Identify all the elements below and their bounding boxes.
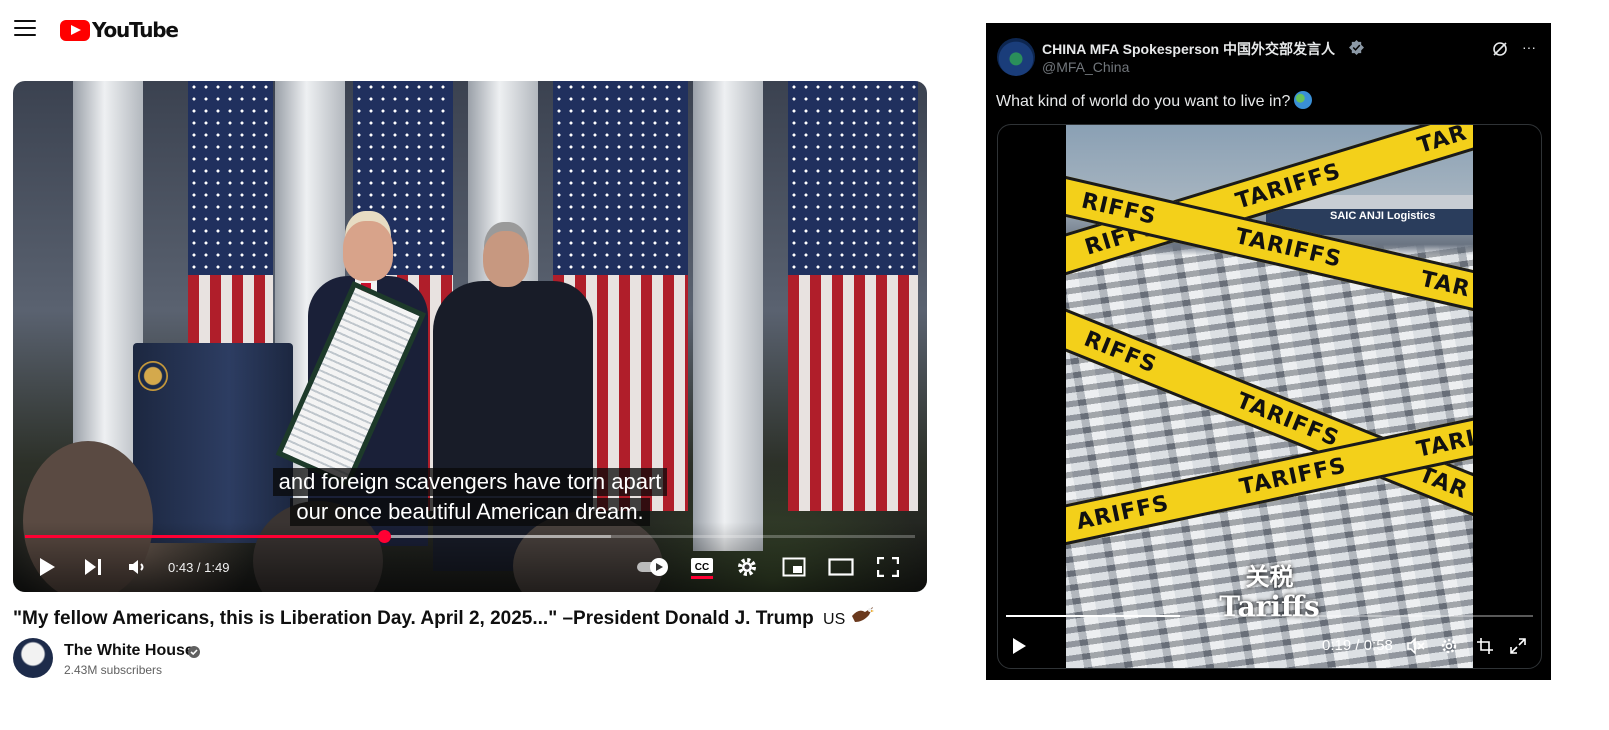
x-time-display: 0:19 / 0:58 <box>1322 637 1393 654</box>
grok-icon[interactable] <box>1492 41 1508 62</box>
player-controls: 0:43 / 1:49 CC <box>13 522 927 592</box>
play-icon[interactable] <box>35 554 59 580</box>
caption-english: Tariffs <box>1219 590 1320 623</box>
tape-text: TARIFFS <box>1237 452 1349 500</box>
tape-text: RIFFS <box>1079 188 1159 230</box>
eagle-emoji-icon <box>851 607 875 629</box>
muted-icon[interactable] <box>1406 635 1426 657</box>
tape-text: ARIFFS <box>1074 490 1172 535</box>
theater-icon[interactable] <box>827 554 855 580</box>
menu-icon[interactable] <box>14 20 36 38</box>
x-progress-bar[interactable] <box>1006 615 1533 617</box>
subtitle-line: and foreign scavengers have torn apart <box>272 468 668 496</box>
us-flag-emoji: US <box>823 611 846 628</box>
next-icon[interactable] <box>81 554 105 580</box>
video-caption: 关税 Tariffs <box>1066 557 1473 622</box>
youtube-video-player[interactable]: and foreign scavengers have torn apart o… <box>13 81 927 592</box>
tape-text: RIFFS <box>1080 326 1161 378</box>
verified-icon <box>188 645 200 663</box>
svg-text:CC: CC <box>695 562 709 573</box>
x-progress-played <box>1006 615 1180 617</box>
verified-icon <box>1349 40 1364 60</box>
cc-icon[interactable]: CC <box>689 554 715 580</box>
scrubber-handle[interactable] <box>377 530 391 543</box>
tape-text: TAR <box>1414 125 1471 159</box>
tape-text: TAR <box>1418 266 1473 302</box>
miniplayer-icon[interactable] <box>781 554 807 580</box>
globe-emoji-icon <box>1294 91 1313 109</box>
tape-text: TARI <box>1414 425 1473 463</box>
presidential-seal <box>138 361 168 391</box>
progress-played <box>25 535 384 538</box>
play-icon[interactable] <box>1010 635 1028 657</box>
youtube-logo-text: YouTube <box>92 18 179 42</box>
post-text: What kind of world do you want to live i… <box>996 91 1313 111</box>
x-post-panel: CHINA MFA Spokesperson 中国外交部发言人 @MFA_Chi… <box>986 23 1551 680</box>
tape-text: TARIFFS <box>1233 387 1343 452</box>
settings-icon[interactable] <box>1440 635 1458 657</box>
subscriber-count: 2.43M subscribers <box>64 663 163 677</box>
pip-icon[interactable] <box>1476 635 1494 657</box>
post-video-player[interactable]: SAIC ANJI Logistics RIFFS TARIFFS TAR RIFF… <box>997 124 1542 669</box>
youtube-logo[interactable]: YouTube <box>60 18 179 42</box>
progress-bar[interactable] <box>25 530 915 543</box>
time-display: 0:43 / 1:49 <box>168 560 230 575</box>
video-title-text: "My fellow Americans, this is Liberation… <box>13 608 814 629</box>
author-avatar[interactable] <box>997 38 1035 76</box>
caption-chinese: 关税 <box>1245 562 1294 591</box>
video-frame: SAIC ANJI Logistics RIFFS TARIFFS TAR RIFF… <box>1066 125 1473 668</box>
volume-icon[interactable] <box>125 554 149 580</box>
scene-flag <box>788 81 918 511</box>
fullscreen-icon[interactable] <box>875 554 901 580</box>
settings-icon[interactable] <box>735 554 759 580</box>
post-text-content: What kind of world do you want to live i… <box>996 93 1291 110</box>
channel-name[interactable]: The White House <box>64 642 194 660</box>
author-name[interactable]: CHINA MFA Spokesperson 中国外交部发言人 <box>1042 39 1335 59</box>
subtitles: and foreign scavengers have torn apart o… <box>13 467 927 527</box>
author-handle[interactable]: @MFA_China <box>1042 59 1129 75</box>
channel-avatar[interactable] <box>13 638 53 678</box>
youtube-play-logo-icon <box>60 19 90 41</box>
expand-icon[interactable] <box>1509 635 1527 657</box>
video-title: "My fellow Americans, this is Liberation… <box>13 606 875 630</box>
ship-text: SAIC ANJI Logistics <box>1330 210 1436 222</box>
autoplay-toggle[interactable] <box>635 554 671 580</box>
more-icon[interactable]: ··· <box>1522 39 1536 55</box>
